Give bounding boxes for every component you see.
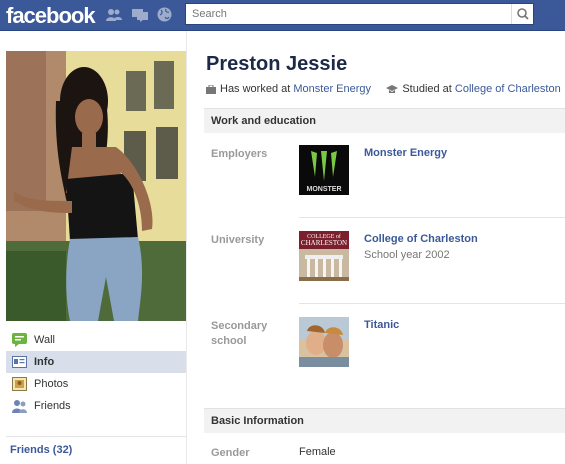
titanic-thumbnail[interactable] bbox=[299, 317, 349, 367]
info-main: Preston Jessie Has worked at Monster Ene… bbox=[187, 31, 565, 464]
profile-photo[interactable] bbox=[6, 51, 186, 321]
graduation-cap-icon bbox=[386, 85, 399, 93]
messages-icon[interactable] bbox=[132, 8, 148, 22]
row-divider bbox=[299, 217, 565, 218]
nav-item-friends[interactable]: Friends bbox=[6, 395, 186, 417]
briefcase-icon bbox=[206, 85, 216, 94]
search-box[interactable] bbox=[185, 3, 534, 25]
college-of-charleston-logo[interactable]: COLLEGE of CHARLESTON bbox=[299, 231, 349, 281]
nav-item-wall[interactable]: Wall bbox=[6, 329, 186, 351]
college-logo-text-2: CHARLESTON bbox=[301, 239, 347, 247]
secondary-label-line-1: Secondary bbox=[211, 320, 268, 332]
top-bar: facebook bbox=[0, 0, 565, 31]
left-divider bbox=[6, 436, 186, 437]
employer-link[interactable]: Monster Energy bbox=[364, 147, 447, 159]
titanic-image bbox=[299, 317, 349, 367]
secondary-label-line-2: school bbox=[211, 335, 247, 347]
university-label: University bbox=[211, 234, 265, 246]
friends-count-link[interactable]: Friends (32) bbox=[10, 444, 72, 456]
left-column: Wall Info Photos Friends Friends (32) bbox=[0, 31, 186, 464]
studied-prefix: Studied at bbox=[402, 83, 452, 95]
friend-requests-icon[interactable] bbox=[106, 8, 122, 22]
worked-prefix: Has worked at bbox=[220, 83, 291, 95]
profile-summary: Has worked at Monster Energy Studied at … bbox=[206, 83, 561, 95]
nav-label-photos: Photos bbox=[34, 378, 69, 390]
friends-icon bbox=[12, 400, 27, 413]
search-input[interactable] bbox=[186, 4, 510, 24]
college-logo-image: COLLEGE of CHARLESTON bbox=[299, 231, 349, 281]
search-icon bbox=[517, 8, 529, 20]
worked-org-link[interactable]: Monster Energy bbox=[293, 83, 371, 95]
notifications-globe-icon[interactable] bbox=[157, 7, 172, 22]
row-divider bbox=[299, 303, 565, 304]
monster-logo-text: MONSTER bbox=[307, 186, 342, 193]
university-school-year: School year 2002 bbox=[364, 249, 450, 261]
profile-photo-image bbox=[6, 51, 186, 321]
nav-label-friends: Friends bbox=[34, 400, 71, 412]
secondary-school-label: Secondary school bbox=[211, 319, 267, 349]
nav-item-photos[interactable]: Photos bbox=[6, 373, 186, 395]
wall-icon bbox=[12, 333, 27, 347]
nav-label-info: Info bbox=[34, 356, 55, 368]
university-link[interactable]: College of Charleston bbox=[364, 233, 478, 245]
section-basic-information: Basic Information bbox=[204, 408, 565, 433]
monster-energy-logo-image: MONSTER bbox=[299, 145, 349, 195]
profile-name: Preston Jessie bbox=[206, 53, 348, 75]
secondary-school-link[interactable]: Titanic bbox=[364, 319, 399, 331]
section-work-education: Work and education bbox=[204, 108, 565, 133]
gender-value: Female bbox=[299, 446, 336, 458]
monster-energy-logo[interactable]: MONSTER bbox=[299, 145, 349, 195]
facebook-logo[interactable]: facebook bbox=[6, 3, 96, 29]
nav-item-info[interactable]: Info bbox=[6, 351, 186, 373]
gender-label: Gender bbox=[211, 447, 250, 459]
photos-icon bbox=[12, 377, 27, 391]
profile-nav: Wall Info Photos Friends bbox=[6, 329, 186, 417]
search-button[interactable] bbox=[511, 4, 533, 24]
info-icon bbox=[12, 356, 27, 368]
employers-label: Employers bbox=[211, 148, 268, 160]
nav-label-wall: Wall bbox=[34, 334, 55, 346]
studied-org-link[interactable]: College of Charleston bbox=[455, 83, 561, 95]
